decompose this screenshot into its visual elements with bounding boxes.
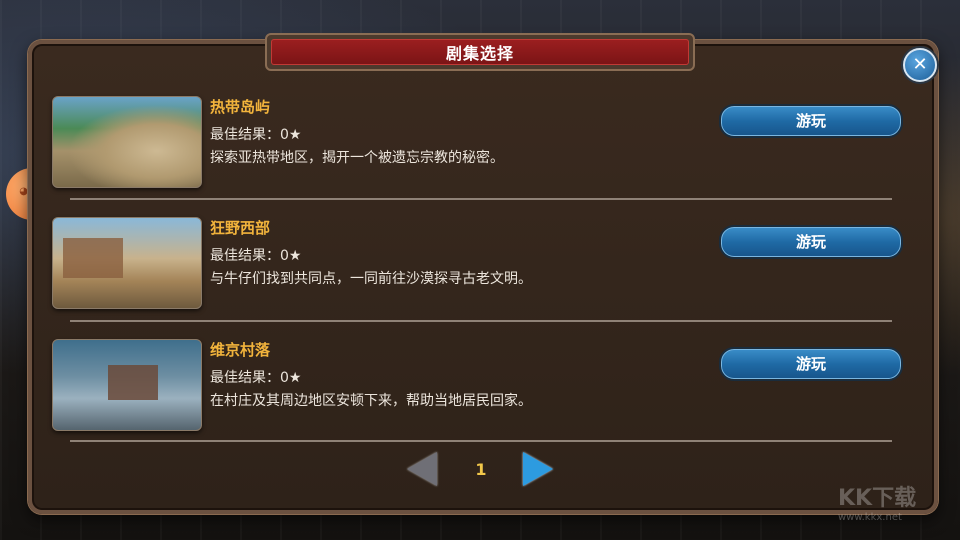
divider (70, 320, 892, 322)
page-number: 1 (475, 460, 487, 479)
episode-best-score: 最佳结果：0★ (210, 127, 302, 143)
close-button[interactable]: ✕ (903, 48, 937, 82)
play-button[interactable]: 游玩 (719, 347, 903, 381)
watermark: KK下载 www.kkx.net (838, 480, 958, 530)
episode-row: 维京村落 最佳结果：0★ 在村庄及其周边地区安顿下来，帮助当地居民回家。 游玩 (52, 339, 903, 431)
episode-description: 在村庄及其周边地区安顿下来，帮助当地居民回家。 (210, 393, 532, 409)
episode-best-score: 最佳结果：0★ (210, 248, 302, 264)
episode-description: 与牛仔们找到共同点，一同前往沙漠探寻古老文明。 (210, 271, 532, 287)
episode-best-score: 最佳结果：0★ (210, 370, 302, 386)
close-icon: ✕ (912, 54, 928, 75)
play-button[interactable]: 游玩 (719, 104, 903, 138)
watermark-url: www.kkx.net (838, 512, 902, 523)
episode-thumbnail (52, 96, 202, 188)
watermark-text: KK下载 (838, 486, 917, 511)
episode-title: 狂野西部 (210, 219, 271, 237)
divider (70, 198, 892, 200)
episode-thumbnail (52, 217, 202, 309)
title-bar: 剧集选择 (265, 33, 695, 71)
play-button[interactable]: 游玩 (719, 225, 903, 259)
episode-title: 维京村落 (210, 341, 271, 359)
episode-row: 狂野西部 最佳结果：0★ 与牛仔们找到共同点，一同前往沙漠探寻古老文明。 游玩 (52, 217, 903, 309)
episode-thumbnail (52, 339, 202, 431)
divider (70, 440, 892, 442)
episode-row: 热带岛屿 最佳结果：0★ 探索亚热带地区，揭开一个被遗忘宗教的秘密。 游玩 (52, 96, 903, 188)
pagination: 1 (405, 452, 555, 490)
arrow-right-icon[interactable] (523, 452, 553, 486)
arrow-left-icon[interactable] (407, 452, 437, 486)
episode-title: 热带岛屿 (210, 98, 271, 116)
dialog-title: 剧集选择 (271, 39, 689, 65)
episode-description: 探索亚热带地区，揭开一个被遗忘宗教的秘密。 (210, 150, 504, 166)
